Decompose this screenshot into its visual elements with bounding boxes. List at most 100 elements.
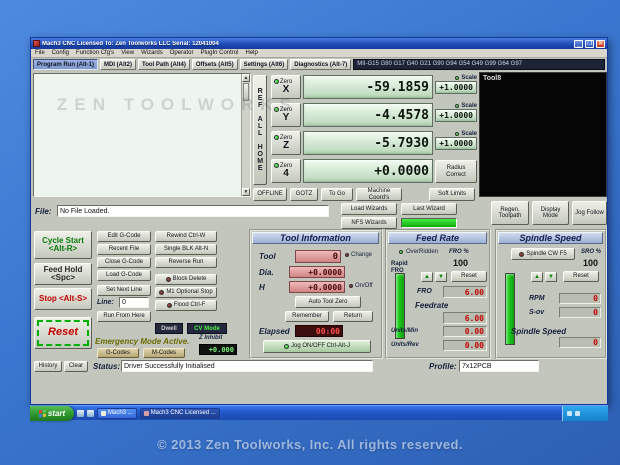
copyright-watermark: © 2013 Zen Toolworks, Inc. All rights re… — [157, 437, 463, 452]
menu-item-function-cfgs[interactable]: Function Cfg's — [76, 50, 114, 56]
radius-correct-button[interactable]: Radius Correct — [435, 160, 477, 183]
fro-dro[interactable]: 6.00 — [443, 286, 487, 298]
zero-x-button[interactable]: Zero X — [271, 75, 301, 99]
scroll-thumb[interactable] — [243, 83, 249, 101]
fro-reset-button[interactable]: Reset — [451, 271, 487, 282]
reset-button[interactable]: Reset — [34, 317, 92, 349]
g-codes-button[interactable]: G-Codes — [97, 348, 139, 358]
spindle-down-button[interactable]: ▼ — [545, 272, 557, 282]
tab-program-run[interactable]: Program Run (Alt-1) — [33, 59, 98, 70]
block-delete-button[interactable]: Block Delete — [155, 274, 217, 285]
scroll-down-icon[interactable]: ▼ — [242, 188, 250, 196]
start-button[interactable]: start — [30, 405, 74, 421]
tab-settings[interactable]: Settings (Alt6) — [239, 59, 289, 70]
to-go-button[interactable]: To Go — [321, 188, 353, 201]
flood-button[interactable]: Flood Ctrl-F — [155, 300, 217, 311]
maximize-button[interactable]: ❐ — [585, 39, 594, 48]
dro-4-value[interactable]: +0.0000 — [303, 159, 433, 183]
feed-hold-button[interactable]: Feed Hold <Spc> — [34, 263, 92, 285]
scroll-up-icon[interactable]: ▲ — [242, 74, 250, 82]
fro-pct-value[interactable]: 100 — [453, 258, 468, 268]
tray-icon-1[interactable] — [567, 410, 572, 416]
jog-on-off-button[interactable]: Jog ON/OFF Ctrl-Alt-J — [263, 340, 371, 353]
menu-item-file[interactable]: File — [35, 50, 45, 56]
regen-toolpath-button[interactable]: Regen. Toolpath — [491, 201, 529, 225]
edit-gcode-button[interactable]: Edit G-Code — [97, 231, 151, 242]
sro-pct-value[interactable]: 100 — [583, 258, 598, 268]
single-blk-button[interactable]: Single BLK Alt-N — [155, 244, 217, 255]
gcode-scrollbar[interactable]: ▲ ▼ — [241, 74, 250, 196]
spindle-speed-dro[interactable]: 0 — [559, 337, 601, 348]
scale-y-value[interactable]: +1.0000 — [435, 109, 477, 122]
m-codes-button[interactable]: M-Codes — [143, 348, 185, 358]
reverse-run-button[interactable]: Reverse Run — [155, 257, 217, 268]
stop-button[interactable]: Stop <Alt-S> — [34, 288, 92, 310]
tray-icon-2[interactable] — [575, 410, 580, 416]
offline-button[interactable]: OFFLINE — [253, 188, 287, 201]
feedrate-dro[interactable]: 6.00 — [443, 312, 487, 324]
dro-x-value[interactable]: -59.1859 — [303, 75, 433, 99]
fro-up-button[interactable]: ▲ — [421, 272, 433, 282]
nfs-wizards-button[interactable]: NFS Wizards — [341, 217, 397, 229]
axis-row-z: Zero Z -5.7930 Scale +1.0000 — [271, 130, 477, 156]
fro-down-button[interactable]: ▼ — [435, 272, 447, 282]
menu-item-help[interactable]: Help — [245, 50, 257, 56]
quick-launch-icon-2[interactable] — [87, 409, 94, 417]
toolpath-display[interactable]: Tool8 — [479, 72, 607, 197]
ref-all-home-button[interactable]: REF ALL HOME — [253, 75, 267, 185]
scale-z-value[interactable]: +1.0000 — [435, 137, 477, 150]
line-field[interactable]: 0 — [119, 297, 149, 308]
cycle-start-button[interactable]: Cycle Start <Alt-R> — [34, 231, 92, 259]
spindle-up-button[interactable]: ▲ — [531, 272, 543, 282]
rewind-button[interactable]: Rewind Ctrl-W — [155, 231, 217, 242]
axis-y-ref-led — [274, 107, 279, 112]
taskbar-task-2[interactable]: Mach3 CNC Licensed ... — [139, 407, 220, 419]
menu-item-config[interactable]: Config — [52, 50, 69, 56]
sov-dro: 0 — [559, 307, 601, 318]
zero-z-button[interactable]: Zero Z — [271, 131, 301, 155]
titlebar[interactable]: Mach3 CNC Licensed To: Zen Toolworks LLC… — [31, 38, 607, 49]
last-wizard-button[interactable]: Last Wizard — [401, 203, 457, 215]
menu-item-operator[interactable]: Operator — [170, 50, 194, 56]
zero-4-button[interactable]: Zero 4 — [271, 159, 301, 183]
remember-button[interactable]: Remember — [285, 311, 329, 322]
jog-follow-button[interactable]: Jog Follow — [572, 201, 607, 225]
z-inhibit-value[interactable]: +0.000 — [199, 344, 237, 355]
taskbar-task-1[interactable]: Mach3 ... — [97, 407, 137, 419]
spindle-reset-button[interactable]: Reset — [563, 271, 599, 282]
gcode-listing[interactable]: ▲ ▼ — [33, 73, 251, 197]
tab-tool-path[interactable]: Tool Path (Alt4) — [138, 59, 190, 70]
auto-tool-zero-button[interactable]: Auto Tool Zero — [295, 296, 361, 308]
set-next-line-button[interactable]: Set Next Line — [97, 285, 151, 296]
dia-dro[interactable]: +0.0000 — [289, 266, 345, 278]
clear-button[interactable]: Clear — [64, 361, 88, 372]
soft-limits-button[interactable]: Soft Limits — [429, 188, 475, 201]
tab-mdi[interactable]: MDI (Alt2) — [100, 59, 136, 70]
return-button[interactable]: Return — [333, 311, 373, 322]
tab-diagnostics[interactable]: Diagnostics (Alt-7) — [290, 59, 352, 70]
close-gcode-button[interactable]: Close G-Code — [97, 257, 151, 268]
history-button[interactable]: History — [34, 361, 62, 372]
dro-y-value[interactable]: -4.4578 — [303, 103, 433, 127]
close-button[interactable]: ✕ — [596, 39, 605, 48]
dro-z-value[interactable]: -5.7930 — [303, 131, 433, 155]
menu-item-plugin-control[interactable]: PlugIn Control — [200, 50, 238, 56]
goto-z-button[interactable]: GOTZ — [290, 188, 318, 201]
load-gcode-button[interactable]: Load G-Code — [97, 270, 151, 281]
tool-number-dro[interactable]: 0 — [295, 250, 341, 263]
machine-coords-button[interactable]: Machine Coord's — [356, 188, 402, 201]
tab-offsets[interactable]: Offsets (Alt5) — [191, 59, 238, 70]
menu-item-view[interactable]: View — [121, 50, 134, 56]
run-from-here-button[interactable]: Run From Here — [97, 311, 151, 322]
quick-launch-icon-1[interactable] — [77, 409, 84, 417]
scale-x-value[interactable]: +1.0000 — [435, 81, 477, 94]
m1-optional-stop-button[interactable]: M1 Optional Stop — [155, 287, 217, 298]
spindle-cw-button[interactable]: Spindle CW F5 — [511, 248, 575, 260]
menu-item-wizards[interactable]: Wizards — [141, 50, 163, 56]
zero-y-button[interactable]: Zero Y — [271, 103, 301, 127]
display-mode-button[interactable]: Display Mode — [532, 201, 569, 225]
h-dro[interactable]: +0.0000 — [289, 281, 345, 293]
minimize-button[interactable]: _ — [574, 39, 583, 48]
recent-file-button[interactable]: Recent File — [97, 244, 151, 255]
load-wizards-button[interactable]: Load Wizards — [341, 203, 397, 215]
